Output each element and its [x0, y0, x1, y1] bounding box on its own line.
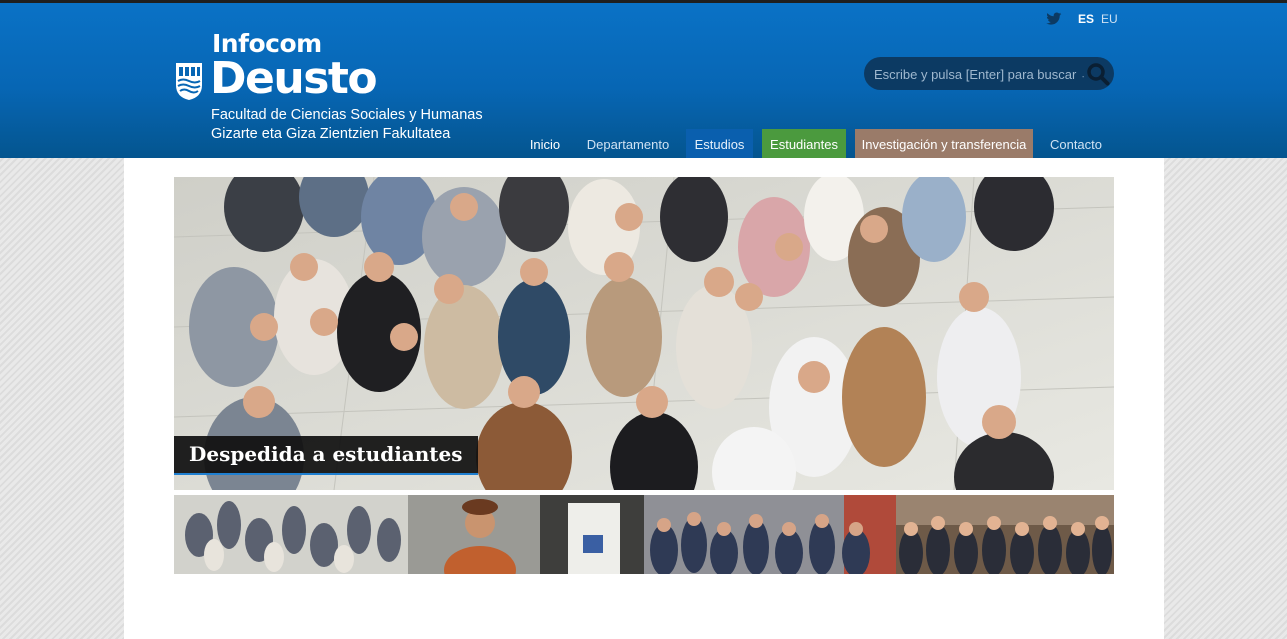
nav-estudiantes[interactable]: Estudiantes — [762, 129, 846, 161]
thumbnail-4-image — [896, 495, 1114, 574]
thumbnail-2-image — [408, 495, 644, 574]
deusto-shield-icon — [176, 63, 202, 100]
search-box — [864, 57, 1114, 90]
twitter-icon[interactable] — [1046, 12, 1062, 26]
nav-contacto[interactable]: Contacto — [1042, 129, 1110, 161]
slider-thumbnail-4[interactable] — [896, 495, 1114, 574]
thumbnail-3-image — [644, 495, 896, 574]
logo-faculty-basque: Gizarte eta Giza Zientzien Fakultatea — [211, 126, 451, 142]
slider-thumbnail-3[interactable] — [644, 495, 896, 574]
site-logo[interactable]: Infocom Deusto Facultad de Ciencias Soci… — [174, 29, 484, 147]
thumbnail-1-image — [174, 495, 408, 574]
slider-thumbnails — [174, 495, 1114, 574]
nav-estudios[interactable]: Estudios — [686, 129, 753, 161]
nav-investigacion[interactable]: Investigación y transferencia — [855, 129, 1033, 161]
featured-slide-image[interactable]: Despedida a estudiantes — [174, 177, 1114, 490]
nav-departamento[interactable]: Departamento — [578, 129, 678, 161]
nav-inicio[interactable]: Inicio — [521, 129, 569, 161]
site-header: Infocom Deusto Facultad de Ciencias Soci… — [0, 3, 1287, 161]
language-es-link[interactable]: ES — [1078, 12, 1094, 26]
slider-thumbnail-2[interactable] — [408, 495, 644, 574]
search-icon[interactable] — [1086, 62, 1110, 86]
logo-deusto-text: Deusto — [210, 53, 378, 104]
main-content: Despedida a estudiantes — [124, 158, 1164, 639]
search-input[interactable] — [874, 65, 1084, 83]
logo-faculty-spanish: Facultad de Ciencias Sociales y Humanas — [211, 107, 483, 123]
slider-thumbnail-1[interactable] — [174, 495, 408, 574]
slide-caption[interactable]: Despedida a estudiantes — [174, 436, 478, 475]
language-eu-link[interactable]: EU — [1101, 12, 1118, 26]
